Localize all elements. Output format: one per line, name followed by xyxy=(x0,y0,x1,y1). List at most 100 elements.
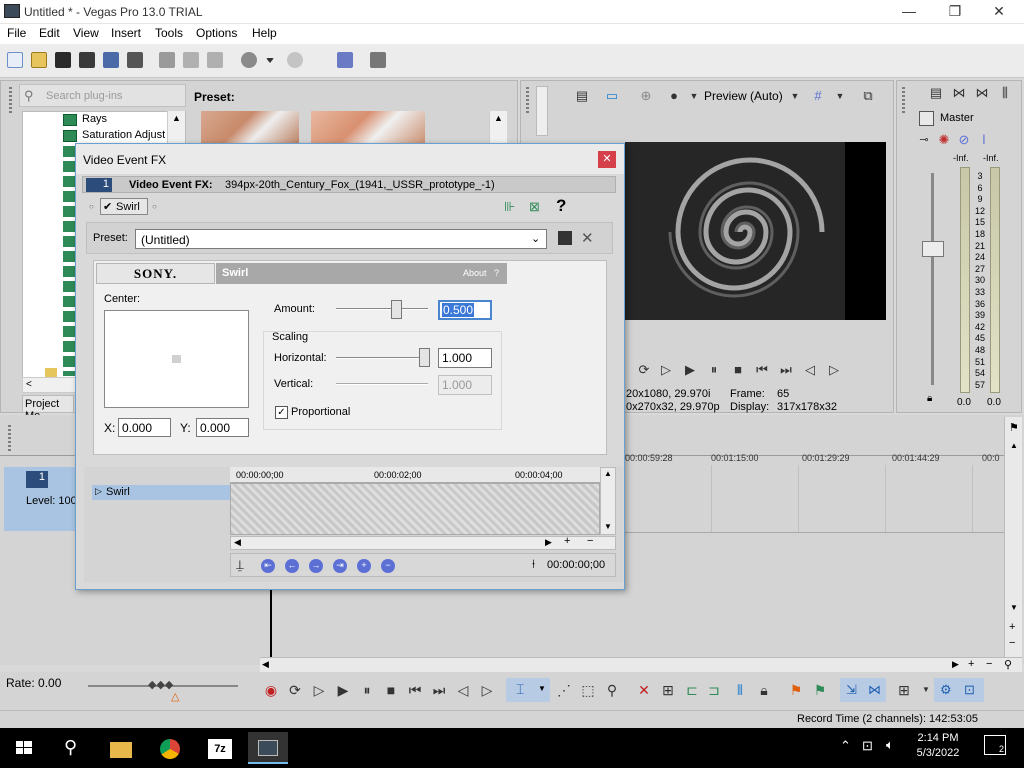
play-from-start-icon[interactable]: ▷ xyxy=(311,683,327,697)
save-as-icon[interactable] xyxy=(79,52,95,68)
sync-cursor-icon[interactable]: ⍊ xyxy=(236,557,244,573)
go-to-end-icon[interactable]: ⏭ xyxy=(431,683,447,697)
play-icon[interactable]: ▶ xyxy=(683,363,697,377)
horizontal-field[interactable]: 1.000 xyxy=(438,348,492,368)
menu-view[interactable]: View xyxy=(73,26,99,40)
save-preset-icon[interactable] xyxy=(558,231,572,245)
preview-quality-dropdown-icon[interactable]: ▼ xyxy=(687,89,701,103)
next-frame-icon[interactable]: ▷ xyxy=(827,363,841,377)
paste-icon[interactable] xyxy=(207,52,223,68)
overlays-icon[interactable]: # xyxy=(811,89,825,103)
master-fx-icon[interactable]: ⊸ xyxy=(917,133,931,147)
maximize-button[interactable]: ❐ xyxy=(932,0,978,24)
zoom-tool-icon[interactable]: ⚲ xyxy=(1004,658,1012,671)
copy-snapshot-icon[interactable]: ⧉ xyxy=(861,89,875,103)
track-lane[interactable] xyxy=(625,465,1005,533)
trim-start-icon[interactable]: ⊏ xyxy=(684,683,700,697)
dim-output-icon[interactable]: ⋈ xyxy=(975,86,989,100)
ripple-edit-icon[interactable]: ⊞ xyxy=(896,683,912,697)
solo-icon[interactable]: ǀ xyxy=(977,133,991,147)
ripple-dropdown-icon[interactable]: ▼ xyxy=(918,683,934,697)
horizontal-slider-track[interactable] xyxy=(336,357,428,359)
menu-insert[interactable]: Insert xyxy=(111,26,141,40)
dialog-title-bar[interactable]: Video Event FX ✕ xyxy=(76,144,624,174)
stop-icon[interactable]: ■ xyxy=(731,363,745,377)
undo-icon[interactable] xyxy=(241,52,257,68)
previous-frame-icon[interactable]: ◁ xyxy=(455,683,471,697)
downmix-icon[interactable]: ⋈ xyxy=(952,86,966,100)
timeline-hscrollbar[interactable]: ◀ ▶ + − ⚲ xyxy=(260,657,1022,672)
panel-grip[interactable] xyxy=(526,87,529,115)
delete-keyframe-icon[interactable]: − xyxy=(381,559,395,573)
y-field[interactable]: 0.000 xyxy=(196,418,249,437)
delete-icon[interactable]: ✕ xyxy=(636,683,652,697)
chevron-down-icon[interactable]: ⌄ xyxy=(531,232,540,245)
amount-slider-track[interactable] xyxy=(336,308,428,310)
stop-icon[interactable]: ■ xyxy=(383,683,399,697)
envelope-tool-icon[interactable]: ⋰ xyxy=(556,683,572,697)
kf-track-row[interactable]: ▷ Swirl xyxy=(92,485,232,500)
video-fx-icon[interactable]: ● xyxy=(667,89,681,103)
go-to-start-icon[interactable]: ⏮ xyxy=(755,363,769,377)
master-properties-icon[interactable]: ▤ xyxy=(929,86,943,100)
go-to-start-icon[interactable]: ⏮ xyxy=(407,683,423,697)
overlays-dropdown-icon[interactable]: ▼ xyxy=(833,89,847,103)
normal-edit-tool[interactable]: ⌶ ▼ xyxy=(506,678,550,702)
what-is-this-icon[interactable] xyxy=(370,52,386,68)
menu-help[interactable]: Help xyxy=(252,26,277,40)
zoom-out-icon[interactable]: − xyxy=(587,535,593,547)
kf-ruler[interactable]: 00:00:00;00 00:00:02;00 00:00:04;00 xyxy=(230,467,600,483)
x-field[interactable]: 0.000 xyxy=(118,418,171,437)
add-keyframe-icon[interactable]: + xyxy=(357,559,371,573)
track-level[interactable]: Level: 100 xyxy=(26,495,77,507)
menu-tools[interactable]: Tools xyxy=(155,26,183,40)
split-screen-icon[interactable]: ⊕ xyxy=(639,89,653,103)
pause-icon[interactable]: ⏸ xyxy=(707,363,721,377)
center-handle[interactable] xyxy=(172,355,181,363)
undo-dropdown-icon[interactable] xyxy=(266,58,274,63)
mute-icon[interactable]: ⊘ xyxy=(957,133,971,147)
help-icon[interactable]: ? xyxy=(556,196,566,216)
dialog-close-icon[interactable]: ✕ xyxy=(598,151,616,168)
preset-thumbnail[interactable] xyxy=(311,111,425,147)
search-button[interactable]: ⚲ xyxy=(52,732,92,764)
fx-chain-item-swirl[interactable]: ✔ Swirl xyxy=(100,198,148,215)
open-folder-icon[interactable] xyxy=(31,52,47,68)
file-explorer-taskbar[interactable] xyxy=(100,732,140,764)
timeline-vscrollbar[interactable]: ⚑ ▲ ▼ + − xyxy=(1004,417,1022,657)
selection-tool-icon[interactable]: ⬚ xyxy=(580,683,596,697)
scroll-down-icon[interactable]: ▼ xyxy=(1010,603,1018,612)
zoom-in-icon[interactable]: + xyxy=(1009,621,1015,633)
horizontal-slider-thumb[interactable] xyxy=(419,348,431,367)
master-fader-track[interactable] xyxy=(931,173,934,385)
trim-icon[interactable]: ⊞ xyxy=(660,683,676,697)
master-fader-thumb[interactable] xyxy=(922,241,944,257)
zoom-tool-icon[interactable]: ⚲ xyxy=(604,683,620,697)
kf-timeline[interactable] xyxy=(230,483,600,535)
scroll-down-icon[interactable]: ▼ xyxy=(604,522,612,531)
scroll-right-icon[interactable]: ▶ xyxy=(952,659,959,670)
minimize-button[interactable]: — xyxy=(886,0,932,24)
volume-icon[interactable]: 🔈︎ xyxy=(886,737,894,753)
scroll-up-icon[interactable]: ▲ xyxy=(172,113,181,123)
play-from-start-icon[interactable]: ▷ xyxy=(659,363,673,377)
action-center-icon[interactable]: 2 xyxy=(984,735,1006,755)
previous-keyframe-icon[interactable]: ← xyxy=(285,559,299,573)
kf-time[interactable]: 00:00:00;00 xyxy=(547,559,605,571)
lock-envelopes-icon[interactable]: 🔒︎ xyxy=(756,683,772,697)
delete-preset-icon[interactable]: ✕ xyxy=(581,229,594,247)
lock-icon[interactable]: 🔒︎ xyxy=(927,393,932,404)
proportional-checkbox[interactable]: ✓ xyxy=(275,406,288,419)
panel-tab-strip[interactable] xyxy=(536,86,548,136)
panel-grip[interactable] xyxy=(8,425,11,453)
chrome-taskbar[interactable] xyxy=(150,732,190,764)
scroll-up-icon[interactable]: ▲ xyxy=(494,113,503,123)
zoom-in-icon[interactable]: + xyxy=(564,535,570,547)
panel-grip[interactable] xyxy=(902,87,905,115)
split-icon[interactable]: ⫴ xyxy=(732,683,748,697)
preset-thumbnail[interactable] xyxy=(201,111,299,147)
pause-icon[interactable]: ⏸ xyxy=(359,683,375,697)
panel-grip[interactable] xyxy=(9,87,12,115)
properties-icon[interactable] xyxy=(127,52,143,68)
amount-slider-thumb[interactable] xyxy=(390,300,402,319)
